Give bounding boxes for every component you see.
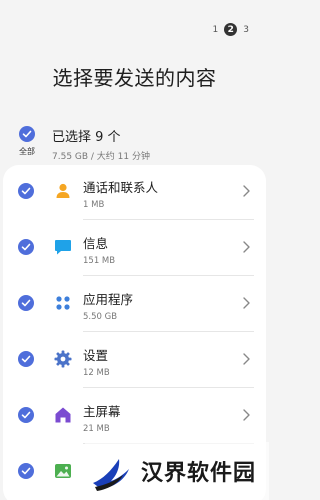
summary-text: 已选择 9 个 7.55 GB / 大约 11 分钟 <box>52 126 150 162</box>
list-item-apps[interactable]: 应用程序 5.50 GB <box>3 277 266 332</box>
select-all-checkbox[interactable] <box>19 126 35 142</box>
chevron-right-icon[interactable] <box>240 352 252 366</box>
settings-icon <box>54 350 72 368</box>
select-all-label: 全部 <box>19 147 35 156</box>
list-item-messages[interactable]: 信息 151 MB <box>3 221 266 276</box>
list-item-contacts[interactable]: 通话和联系人 1 MB <box>3 165 266 220</box>
checkmark-icon <box>21 187 31 195</box>
item-name: 设置 <box>83 348 109 363</box>
message-icon <box>55 240 71 255</box>
item-checkbox[interactable] <box>18 407 34 423</box>
checkmark-icon <box>21 411 31 419</box>
item-name: 主屏幕 <box>83 404 121 419</box>
divider <box>83 387 254 388</box>
item-name: 应用程序 <box>83 292 134 307</box>
item-texts: 应用程序 5.50 GB <box>83 289 133 322</box>
selected-size-time: 7.55 GB / 大约 11 分钟 <box>52 152 150 162</box>
home-icon <box>55 407 71 423</box>
item-size: 21 MB <box>83 424 110 434</box>
item-size: 151 MB <box>83 256 116 266</box>
item-checkbox[interactable] <box>18 295 34 311</box>
chevron-right-icon[interactable] <box>240 408 252 422</box>
list-item-home-screen[interactable]: 主屏幕 21 MB <box>3 389 266 444</box>
checkmark-icon <box>21 243 31 251</box>
divider <box>83 219 254 220</box>
watermark-text: 汉界软件园 <box>141 461 257 486</box>
divider <box>83 331 254 332</box>
item-texts: 信息 151 MB <box>83 233 115 266</box>
page-2-indicator-active: 2 <box>224 23 238 36</box>
checkmark-icon <box>21 467 31 475</box>
item-size: 12 MB <box>83 368 110 378</box>
item-size: 5.50 GB <box>83 312 118 322</box>
checkmark-icon <box>21 355 31 363</box>
apps-icon <box>56 296 70 310</box>
watermark-logo: 汉界软件园 <box>85 442 269 500</box>
item-texts: 通话和联系人 1 MB <box>83 177 158 210</box>
contacts-icon <box>56 183 70 198</box>
item-checkbox[interactable] <box>18 183 34 199</box>
list-item-settings[interactable]: 设置 12 MB <box>3 333 266 388</box>
page-indicator: 1 2 3 <box>213 23 249 36</box>
selected-count: 已选择 9 个 <box>52 130 121 145</box>
item-checkbox[interactable] <box>18 463 34 479</box>
page-3-indicator: 3 <box>243 24 249 35</box>
image-icon <box>55 464 71 478</box>
chevron-right-icon[interactable] <box>240 184 252 198</box>
item-checkbox[interactable] <box>18 351 34 367</box>
chevron-right-icon[interactable] <box>240 296 252 310</box>
checkmark-icon <box>22 130 32 138</box>
divider <box>83 275 254 276</box>
item-texts: 主屏幕 21 MB <box>83 401 121 434</box>
chevron-right-icon[interactable] <box>240 240 252 254</box>
item-size: 1 MB <box>83 200 105 210</box>
item-checkbox[interactable] <box>18 239 34 255</box>
item-name: 通话和联系人 <box>83 180 159 195</box>
page-title: 选择要发送的内容 <box>52 66 217 90</box>
page-1-indicator: 1 <box>212 24 219 35</box>
checkmark-icon <box>21 299 31 307</box>
watermark-mark-icon <box>93 459 129 491</box>
select-all-toggle[interactable]: 全部 <box>16 126 38 157</box>
item-texts: 设置 12 MB <box>83 345 110 378</box>
item-name: 信息 <box>83 236 109 251</box>
smart-switch-screen: 1 2 3 选择要发送的内容 全部 已选择 9 个 7.55 GB / 大约 1… <box>0 0 269 500</box>
